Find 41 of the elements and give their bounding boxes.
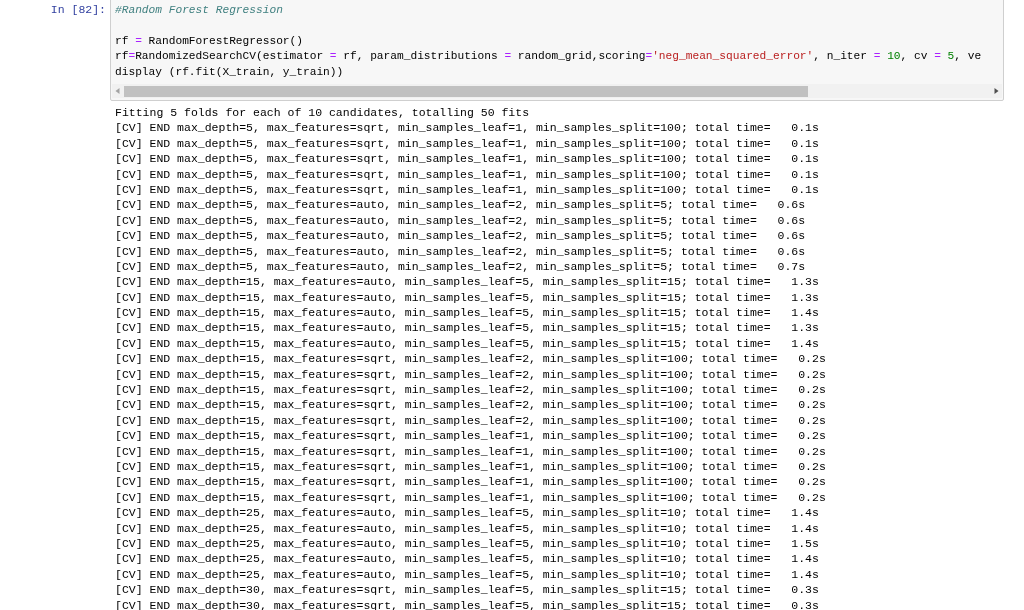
output-line: [CV] END max_depth=25, max_features=auto, min_samples_leaf=5, min_samples_split=10; total time= 1.4s — [115, 551, 819, 567]
output-line: [CV] END max_depth=15, max_features=sqrt, min_samples_leaf=1, min_samples_split=100; total time= 0.2s — [115, 489, 826, 506]
output-line: [CV] END max_depth=5, max_features=auto, min_samples_leaf=2, min_samples_split=5; total time= 0.7s — [115, 258, 806, 275]
output-line: [CV] END max_depth=25, max_features=auto, min_samples_leaf=5, min_samples_split=10; total time= 1.5s — [115, 535, 819, 552]
output-line: [CV] END max_depth=30, max_features=sqrt, min_samples_leaf=5, min_samples_split=15; total time= 0.3s — [115, 597, 819, 610]
output-line: [CV] END max_depth=5, max_features=sqrt, min_samples_leaf=1, min_samples_split=100; total time= 0.1s — [115, 120, 819, 136]
scrollbar-thumb[interactable] — [124, 85, 809, 97]
output-line: [CV] END max_depth=15, max_features=sqrt, min_samples_leaf=1, min_samples_split=100; total time= 0.2s — [115, 443, 826, 459]
output-line: [CV] END max_depth=5, max_features=sqrt, min_samples_leaf=1, min_samples_split=100; total time= 0.1s — [115, 166, 819, 182]
output-line: [CV] END max_depth=5, max_features=sqrt, min_samples_leaf=1, min_samples_split=100; total time= 0.1s — [115, 151, 819, 167]
output-line: [CV] END max_depth=15, max_features=sqrt, min_samples_leaf=1, min_samples_split=100; total time= 0.2s — [115, 459, 826, 475]
output-line: [CV] END max_depth=5, max_features=auto, min_samples_leaf=2, min_samples_split=5; total time= 0.6s — [115, 243, 806, 259]
output-line: [CV] END max_depth=15, max_features=sqrt, min_samples_leaf=2, min_samples_split=100; total time= 0.2s — [115, 397, 826, 413]
output-line: [CV] END max_depth=15, max_features=sqrt, min_samples_leaf=2, min_samples_split=100; total time= 0.2s — [115, 366, 826, 383]
output-line: [CV] END max_depth=25, max_features=auto, min_samples_leaf=5, min_samples_split=10; total time= 1.4s — [115, 520, 819, 536]
output-line: Fitting 5 folds for each of 10 candidates, totalling 50 fits — [115, 105, 530, 121]
code-editor[interactable] — [110, 0, 1004, 101]
input-prompt: In [82]: — [49, 2, 107, 18]
output-line: [CV] END max_depth=15, max_features=sqrt, min_samples_leaf=2, min_samples_split=100; total time= 0.2s — [115, 351, 826, 367]
output-line: [CV] END max_depth=15, max_features=sqrt, min_samples_leaf=2, min_samples_split=100; total time= 0.2s — [115, 412, 826, 429]
code-line: rf = RandomForestRegressor() — [115, 33, 303, 49]
output-line: [CV] END max_depth=25, max_features=auto, min_samples_leaf=5, min_samples_split=10; total time= 1.4s — [115, 566, 819, 583]
output-line: [CV] END max_depth=15, max_features=auto, min_samples_leaf=5, min_samples_split=15; total time= 1.3s — [115, 289, 819, 306]
output-line: [CV] END max_depth=5, max_features=sqrt, min_samples_leaf=1, min_samples_split=100; total time= 0.1s — [115, 135, 819, 152]
output-line: [CV] END max_depth=5, max_features=auto, min_samples_leaf=2, min_samples_split=5; total time= 0.6s — [115, 212, 806, 229]
output-line: [CV] END max_depth=15, max_features=auto, min_samples_leaf=5, min_samples_split=15; total time= 1.3s — [115, 320, 819, 336]
output-line: [CV] END max_depth=15, max_features=sqrt, min_samples_leaf=1, min_samples_split=100; total time= 0.2s — [115, 474, 826, 490]
output-line: [CV] END max_depth=5, max_features=sqrt, min_samples_leaf=1, min_samples_split=100; total time= 0.1s — [115, 181, 819, 198]
horizontal-scrollbar[interactable] — [112, 84, 1002, 98]
code-line: #Random Forest Regression — [115, 3, 283, 18]
output-line: [CV] END max_depth=15, max_features=auto, min_samples_leaf=5, min_samples_split=15; total time= 1.4s — [115, 305, 819, 321]
output-line: [CV] END max_depth=15, max_features=auto, min_samples_leaf=5, min_samples_split=15; total time= 1.4s — [115, 335, 819, 352]
output-line: [CV] END max_depth=30, max_features=sqrt, min_samples_leaf=5, min_samples_split=15; total time= 0.3s — [115, 582, 819, 598]
code-line: display (rf.fit(X_train, y_train)) — [115, 64, 344, 80]
output-line: [CV] END max_depth=5, max_features=auto, min_samples_leaf=2, min_samples_split=5; total time= 0.6s — [115, 228, 806, 244]
output-line: [CV] END max_depth=5, max_features=auto, min_samples_leaf=2, min_samples_split=5; total time= 0.6s — [115, 197, 806, 213]
output-line: [CV] END max_depth=15, max_features=sqrt, min_samples_leaf=2, min_samples_split=100; total time= 0.2s — [115, 382, 826, 398]
code-line: rf=RandomizedSearchCV(estimator = rf, param_distributions = random_grid,scoring='neg_mean_squared_error', n_iter = 10, cv = 5, ve — [115, 49, 982, 65]
output-line: [CV] END max_depth=15, max_features=sqrt, min_samples_leaf=1, min_samples_split=100; total time= 0.2s — [115, 428, 826, 444]
output-line: [CV] END max_depth=15, max_features=auto, min_samples_leaf=5, min_samples_split=15; total time= 1.3s — [115, 274, 819, 290]
output-line: [CV] END max_depth=25, max_features=auto, min_samples_leaf=5, min_samples_split=10; total time= 1.4s — [115, 505, 819, 521]
